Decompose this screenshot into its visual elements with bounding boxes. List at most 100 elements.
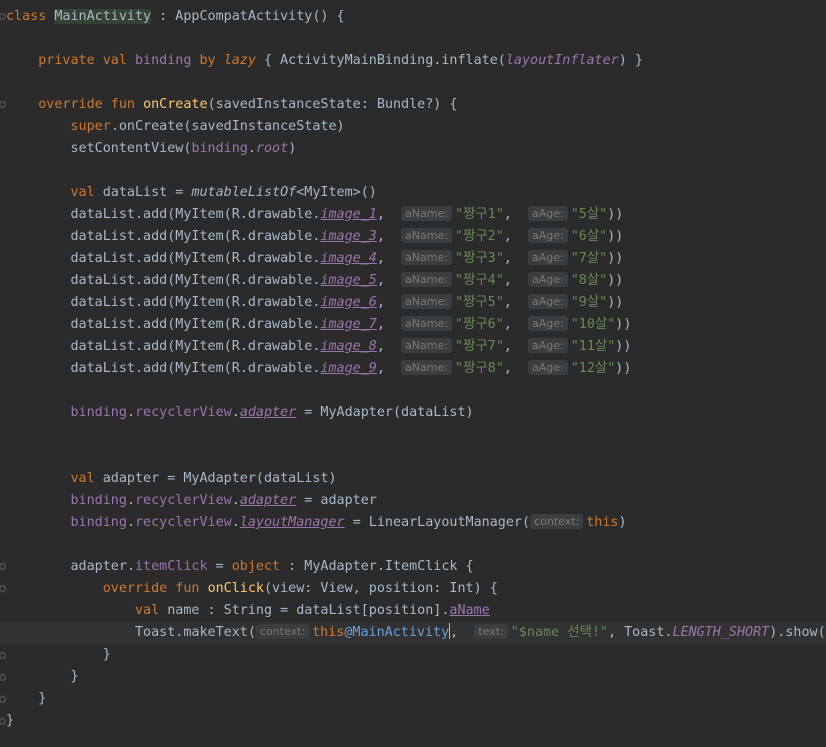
code-text: )) — [607, 229, 624, 244]
string-literal: "짱구2" — [454, 229, 504, 244]
drawable-reference[interactable]: image_9 — [320, 361, 376, 376]
code-line: dataList.add(MyItem(R.drawable.image_6, … — [6, 292, 826, 314]
function-name: lazy — [223, 53, 256, 68]
keyword: override — [38, 97, 103, 112]
code-text: , — [376, 251, 385, 266]
code-text: } — [70, 669, 79, 684]
property-name: binding — [191, 141, 248, 156]
drawable-reference[interactable]: image_1 — [320, 207, 376, 222]
code-text: .onCreate(savedInstanceState) — [110, 119, 345, 134]
property-name: adapter — [239, 405, 297, 420]
label-reference: @MainActivity — [344, 625, 450, 640]
keyword: class — [6, 9, 47, 24]
string-literal: "짱구4" — [454, 273, 504, 288]
code-line: dataList.add(MyItem(R.drawable.image_9, … — [6, 358, 826, 380]
code-text: adapter — [70, 559, 127, 574]
code-text: , — [503, 251, 512, 266]
drawable-reference[interactable]: image_4 — [320, 251, 376, 266]
drawable-reference[interactable]: image_5 — [320, 273, 376, 288]
code-line: private val binding by lazy { ActivityMa… — [6, 50, 826, 72]
parameter-hint: aAge: — [527, 250, 568, 265]
code-text: = LinearLayoutManager( — [344, 515, 531, 530]
string-literal: "9살" — [570, 295, 608, 310]
code-text: } — [102, 647, 111, 662]
parameter-hint: aName: — [401, 338, 452, 353]
drawable-reference[interactable]: image_6 — [320, 295, 376, 310]
code-line: } — [6, 688, 826, 710]
code-text: = — [207, 559, 232, 574]
parameter-hint: aName: — [401, 294, 452, 309]
code-text: (savedInstanceState: Bundle?) { — [207, 97, 458, 112]
code-line: dataList.add(MyItem(R.drawable.image_7, … — [6, 314, 826, 336]
code-text: , — [376, 317, 385, 332]
code-line: val dataList = mutableListOf<MyItem>() — [6, 182, 826, 204]
drawable-reference[interactable]: image_3 — [320, 229, 376, 244]
property-name: recyclerView — [135, 515, 232, 530]
code-editor[interactable]: class MainActivity : AppCompatActivity()… — [0, 0, 826, 747]
keyword: this — [586, 515, 619, 530]
string-literal: "10살" — [570, 317, 616, 332]
property-name: binding — [135, 53, 192, 68]
code-line: } — [6, 666, 826, 688]
code-text: dataList.add(MyItem(R.drawable. — [70, 339, 321, 354]
code-text: , — [450, 625, 459, 640]
keyword: private — [38, 53, 95, 68]
code-text: , — [503, 273, 512, 288]
string-literal: "짱구1" — [454, 207, 504, 222]
code-text: . — [126, 559, 135, 574]
string-literal: "짱구5" — [454, 295, 504, 310]
code-text: dataList.add(MyItem(R.drawable. — [70, 229, 321, 244]
code-text: ) } — [618, 53, 643, 68]
code-text: ).show() — [769, 625, 826, 640]
code-text: , — [376, 295, 385, 310]
keyword: override — [102, 581, 168, 596]
code-text: )) — [607, 273, 624, 288]
function-name: onClick — [207, 581, 264, 596]
code-area[interactable]: class MainActivity : AppCompatActivity()… — [0, 6, 826, 732]
function-name: onCreate — [143, 97, 208, 112]
keyword: fun — [110, 97, 135, 112]
code-line: override fun onClick(view: View, positio… — [6, 578, 826, 600]
string-literal: "8살" — [570, 273, 608, 288]
parameter-hint: aAge: — [527, 316, 568, 331]
code-text: } — [6, 713, 15, 728]
code-text: setContentView( — [70, 141, 192, 156]
code-text: dataList.add(MyItem(R.drawable. — [70, 295, 321, 310]
code-text: , — [503, 207, 512, 222]
string-literal: "짱구7" — [454, 339, 504, 354]
code-text: (view: View, position: Int) { — [264, 581, 498, 596]
drawable-reference[interactable]: image_8 — [320, 339, 376, 354]
code-text: )) — [607, 295, 624, 310]
code-text: , Toast. — [607, 625, 673, 640]
parameter-hint: context: — [255, 624, 310, 639]
code-line: dataList.add(MyItem(R.drawable.image_3, … — [6, 226, 826, 248]
code-text: adapter = MyAdapter(dataList) — [94, 471, 337, 486]
code-text: name : String = dataList[position]. — [159, 603, 450, 618]
parameter-hint: aAge: — [527, 228, 568, 243]
code-text: , — [503, 295, 512, 310]
code-text: , — [503, 361, 512, 376]
parameter-hint: aName: — [401, 316, 452, 331]
keyword: val — [135, 603, 160, 618]
code-line: dataList.add(MyItem(R.drawable.image_5, … — [6, 270, 826, 292]
parameter-hint: aName: — [401, 206, 452, 221]
function-name: mutableListOf — [191, 185, 297, 200]
code-text: ) — [288, 141, 297, 156]
code-text: : AppCompatActivity() { — [151, 9, 345, 24]
code-text: , — [376, 229, 385, 244]
code-line: dataList.add(MyItem(R.drawable.image_4, … — [6, 248, 826, 270]
parameter-hint: aAge: — [527, 206, 568, 221]
code-line: val adapter = MyAdapter(dataList) — [6, 468, 826, 490]
drawable-reference[interactable]: image_7 — [320, 317, 376, 332]
code-text: ) — [618, 515, 627, 530]
code-text: . — [126, 493, 135, 508]
property-name: recyclerView — [135, 493, 232, 508]
code-text: )) — [615, 339, 632, 354]
parameter-hint: aAge: — [527, 294, 568, 309]
code-text: : MyAdapter.ItemClick { — [280, 559, 474, 574]
